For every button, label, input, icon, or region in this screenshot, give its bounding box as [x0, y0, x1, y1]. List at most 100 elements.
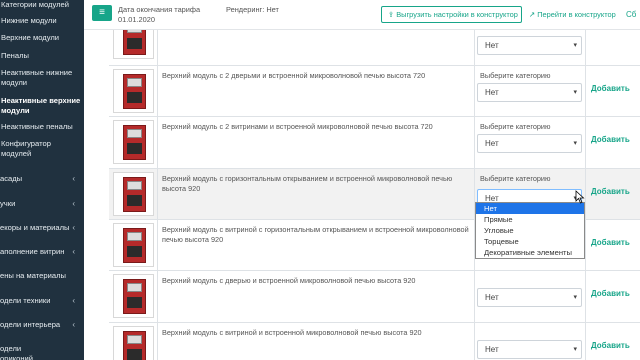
sidebar-item[interactable]: Неактивные верхние	[0, 96, 84, 106]
category-cell: Выберите категорию Нет ▾	[475, 66, 586, 116]
module-name: Верхний модуль с витриной и встроенной м…	[158, 323, 475, 360]
sidebar-item[interactable]: одели	[0, 344, 84, 354]
tariff-end-label: Дата окончания тарифа	[118, 5, 201, 14]
module-name: Верхний модуль с 2 витринами и встроенно…	[158, 117, 475, 168]
category-cell: Нет ▾	[475, 30, 586, 65]
table-row: Верхний модуль с 2 витринами и встроенно…	[109, 116, 640, 168]
sidebar-item-label: Верхние модули	[1, 33, 60, 42]
menu-toggle-button[interactable]: ≡	[92, 5, 112, 21]
module-thumbnail	[113, 172, 154, 216]
external-link-icon: ↗	[529, 10, 538, 19]
export-settings-label: Выгрузить настройки в конструктор	[396, 10, 518, 19]
sidebar-item-label: Конфигуратор	[1, 139, 51, 148]
sidebar-item[interactable]: Неактивные пеналы	[0, 122, 84, 132]
module-thumbnail	[113, 69, 154, 113]
hamburger-icon: ≡	[99, 7, 105, 18]
dropdown-option[interactable]: Торцевые	[476, 236, 584, 247]
dropdown-option[interactable]: Нет	[476, 203, 584, 214]
add-cell: Добавить	[586, 30, 640, 65]
sidebar-item[interactable]: аполнение витрин ‹	[0, 247, 84, 257]
sidebar-item-label: модули	[1, 106, 30, 115]
category-select[interactable]: Нет ▾	[477, 83, 582, 102]
chevron-left-icon: ‹	[72, 199, 75, 208]
category-select-value: Нет	[485, 88, 499, 97]
sidebar-item[interactable]: учки ‹	[0, 199, 84, 209]
sidebar-item[interactable]: модули	[0, 78, 84, 88]
category-select[interactable]: Нет ▾	[477, 134, 582, 153]
module-name: Верхний модуль с 2 дверьми и встроенной …	[158, 66, 475, 116]
header-more-link[interactable]: Сб	[626, 6, 636, 23]
module-name: Верхний модуль с дверью и встроенной мик…	[158, 271, 475, 322]
sidebar-item-label: Неактивные пеналы	[1, 122, 73, 131]
add-module-link[interactable]: Добавить	[591, 289, 630, 298]
category-select[interactable]: Нет ▾	[477, 36, 582, 55]
export-settings-button[interactable]: ⇪ Выгрузить настройки в конструктор	[381, 6, 522, 23]
add-cell: Добавить	[586, 220, 640, 270]
chevron-left-icon: ‹	[72, 247, 75, 256]
sidebar-item[interactable]: модули	[0, 106, 84, 116]
sidebar-item-label: модули	[1, 78, 28, 87]
tariff-end-date: 01.01.2020	[118, 15, 155, 24]
render-status: Рендеринг: Нет	[226, 5, 279, 14]
add-module-link[interactable]: Добавить	[591, 135, 630, 144]
module-thumbnail	[113, 30, 154, 59]
table-row: Нет ▾ Добавить	[109, 30, 640, 65]
sidebar-item[interactable]: одели интерьера ‹	[0, 320, 84, 330]
module-image-cell	[109, 169, 158, 219]
sidebar-item-label: одели	[0, 344, 22, 353]
module-thumbnail	[113, 326, 154, 360]
sidebar-item[interactable]: Нижние модули	[0, 16, 84, 26]
sidebar-item[interactable]: Неактивные нижние	[0, 68, 84, 78]
sidebar-item-label: ориконий	[0, 354, 33, 360]
add-module-link[interactable]: Добавить	[591, 238, 630, 247]
module-name	[158, 30, 475, 65]
upload-icon: ⇪	[388, 10, 397, 19]
sidebar-item-label: ены на материалы	[0, 271, 66, 280]
add-cell: Добавить	[586, 169, 640, 219]
dropdown-option[interactable]: Декоративные элементы	[476, 247, 584, 258]
chevron-left-icon: ‹	[72, 223, 75, 232]
table-row: Верхний модуль с витриной и встроенной м…	[109, 322, 640, 360]
category-select-value: Нет	[485, 293, 499, 302]
module-image-cell	[109, 117, 158, 168]
open-constructor-label: Перейти в конструктор	[537, 10, 616, 19]
sidebar-item[interactable]: ены на материалы	[0, 271, 84, 281]
sidebar-item[interactable]: модулей	[0, 149, 84, 159]
dropdown-option[interactable]: Угловые	[476, 225, 584, 236]
add-module-link[interactable]: Добавить	[591, 187, 630, 196]
category-label: Выберите категорию	[480, 71, 551, 80]
chevron-down-icon: ▾	[573, 42, 577, 49]
add-module-link[interactable]: Добавить	[591, 84, 630, 93]
module-name: Верхний модуль с витриной с горизонтальн…	[158, 220, 475, 270]
module-thumbnail	[113, 274, 154, 318]
module-image-cell	[109, 271, 158, 322]
chevron-left-icon: ‹	[72, 174, 75, 183]
sidebar-item[interactable]: одели техники ‹	[0, 296, 84, 306]
module-thumbnail	[113, 120, 154, 164]
sidebar-item[interactable]: Пеналы	[0, 51, 84, 61]
sidebar-item[interactable]: ориконий	[0, 354, 84, 360]
modules-table: Нет ▾ Добавить Верхний модуль с 2 дверьми и…	[109, 30, 640, 360]
category-cell: Нет ▾	[475, 271, 586, 322]
category-dropdown-list[interactable]: Нет Прямые Угловые Торцевые Декоративные эле…	[475, 202, 585, 259]
sidebar-item-label: Пеналы	[1, 51, 29, 60]
category-cell: Нет ▾	[475, 323, 586, 360]
table-row: Верхний модуль с дверью и встроенной мик…	[109, 270, 640, 322]
chevron-down-icon: ▾	[573, 140, 577, 147]
sidebar-item[interactable]: асады ‹	[0, 174, 84, 184]
sidebar-item[interactable]: Верхние модули	[0, 33, 84, 43]
module-image-cell	[109, 30, 158, 65]
category-select-value: Нет	[485, 139, 499, 148]
add-module-link[interactable]: Добавить	[591, 341, 630, 350]
module-image-cell	[109, 323, 158, 360]
sidebar-item[interactable]: Категории модулей	[0, 0, 84, 10]
chevron-down-icon: ▾	[573, 89, 577, 96]
category-select[interactable]: Нет ▾	[477, 340, 582, 359]
sidebar-item[interactable]: екоры и материалы ‹	[0, 223, 84, 233]
category-select[interactable]: Нет ▾	[477, 288, 582, 307]
dropdown-option[interactable]: Прямые	[476, 214, 584, 225]
open-constructor-link[interactable]: ↗ Перейти в конструктор	[529, 6, 616, 23]
category-label: Выберите категорию	[480, 122, 551, 131]
sidebar-item-label: Неактивные верхние	[1, 96, 81, 105]
sidebar-item[interactable]: Конфигуратор	[0, 139, 84, 149]
